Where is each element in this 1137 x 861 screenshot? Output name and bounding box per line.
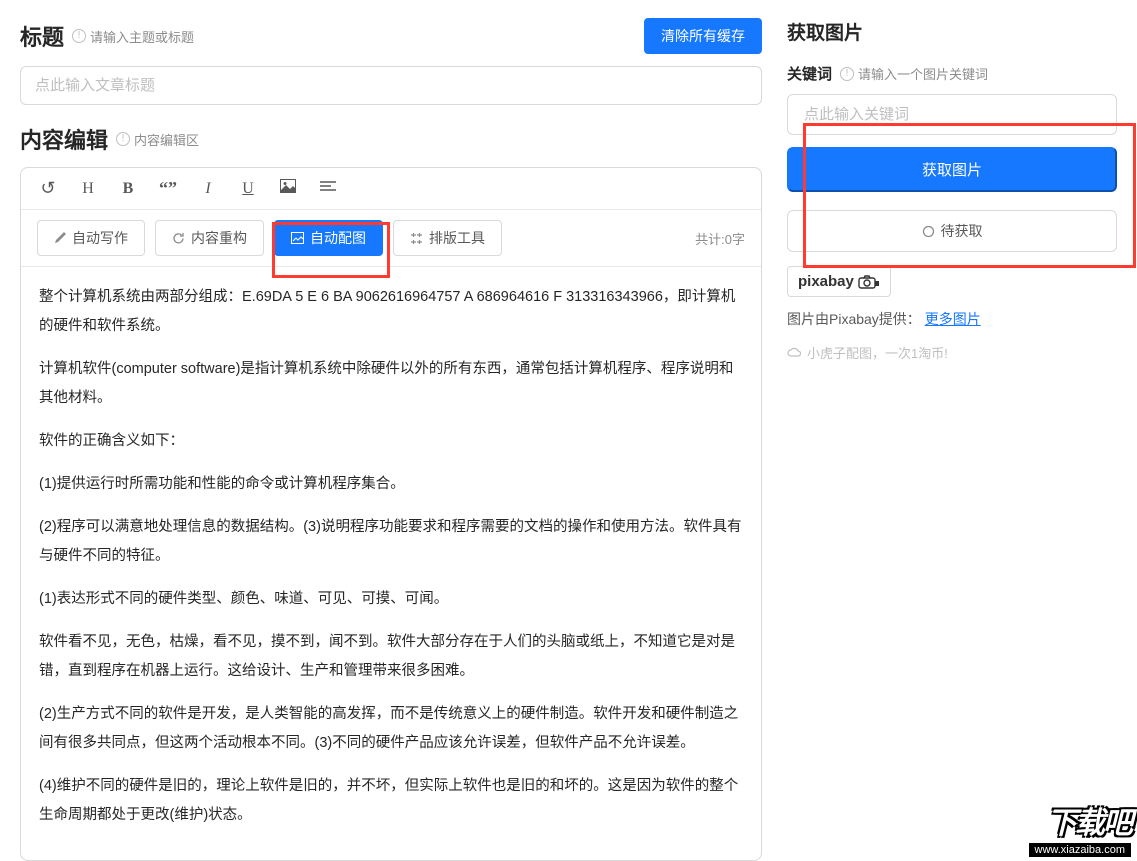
cloud-icon <box>787 346 801 360</box>
pixabay-badge: pixabay <box>787 266 891 297</box>
paragraph: 计算机软件(computer software)是指计算机系统中除硬件以外的所有… <box>39 355 743 413</box>
pixabay-prefix: 图片由Pixabay提供： <box>787 311 921 327</box>
info-icon: ! <box>72 29 86 43</box>
editor-toolbar: ↺ H B “” I U <box>21 168 761 210</box>
keyword-hint-text: 请输入一个图片关键词 <box>858 64 988 83</box>
content-label: 内容编辑 <box>20 123 108 155</box>
paragraph: (1)提供运行时所需功能和性能的命令或计算机程序集合。 <box>39 470 743 499</box>
paragraph: 整个计算机系统由两部分组成：E.69DA 5 E 6 BA 9062616964… <box>39 283 743 341</box>
word-count: 共计:0字 <box>695 229 745 248</box>
footer-hint-text: 小虎子配图，一次1淘币! <box>807 343 948 362</box>
content-hint: ! 内容编辑区 <box>116 130 199 149</box>
title-label-wrap: 标题 ! 请输入主题或标题 <box>20 20 194 52</box>
paragraph: 软件看不见，无色，枯燥，看不见，摸不到，闻不到。软件大部分存在于人们的头脑或纸上… <box>39 628 743 686</box>
watermark: 下载吧 www.xiazaiba.com <box>987 790 1137 860</box>
title-hint: ! 请输入主题或标题 <box>72 27 194 46</box>
content-rebuild-label: 内容重构 <box>191 228 247 248</box>
undo-icon[interactable]: ↺ <box>37 178 59 199</box>
main-panel: 标题 ! 请输入主题或标题 清除所有缓存 内容编辑 ! 内容编辑区 <box>0 0 782 860</box>
clear-cache-label: 清除所有缓存 <box>661 26 745 46</box>
keyword-hint: ! 请输入一个图片关键词 <box>840 64 988 83</box>
fetch-image-button[interactable]: 获取图片 <box>787 147 1117 192</box>
footer-hint: 小虎子配图，一次1淘币! <box>787 343 1117 362</box>
title-header: 标题 ! 请输入主题或标题 清除所有缓存 <box>20 18 762 54</box>
auto-write-button[interactable]: 自动写作 <box>37 220 145 256</box>
layout-tool-button[interactable]: 排版工具 <box>393 220 502 256</box>
fetch-image-title: 获取图片 <box>787 18 1117 45</box>
keyword-label: 关键词 <box>787 63 832 84</box>
pixabay-text: pixabay <box>798 273 854 290</box>
paragraph: (2)生产方式不同的软件是开发，是人类智能的高发挥，而不是传统意义上的硬件制造。… <box>39 700 743 758</box>
underline-icon[interactable]: U <box>237 180 259 198</box>
image-match-icon <box>291 232 304 244</box>
sidebar-panel: 获取图片 关键词 ! 请输入一个图片关键词 获取图片 待获取 pixabay 图… <box>782 0 1137 860</box>
auto-image-button[interactable]: 自动配图 <box>274 220 383 256</box>
info-icon: ! <box>116 132 130 146</box>
refresh-icon <box>172 232 185 245</box>
paragraph: (1)表达形式不同的硬件类型、颜色、味道、可见、可摸、可闻。 <box>39 585 743 614</box>
paragraph: (4)维护不同的硬件是旧的，理论上软件是旧的，并不坏，但实际上软件也是旧的和坏的… <box>39 772 743 830</box>
camera-icon <box>858 275 880 289</box>
editor-box: ↺ H B “” I U 自动写作 <box>20 167 762 861</box>
content-header: 内容编辑 ! 内容编辑区 <box>20 123 762 155</box>
quote-icon[interactable]: “” <box>157 178 179 199</box>
watermark-text: 下载吧 <box>1047 798 1131 842</box>
auto-image-label: 自动配图 <box>310 228 366 248</box>
content-label-wrap: 内容编辑 ! 内容编辑区 <box>20 123 199 155</box>
bold-icon[interactable]: B <box>117 180 139 198</box>
paragraph: (2)程序可以满意地处理信息的数据结构。(3)说明程序功能要求和程序需要的文档的… <box>39 513 743 571</box>
article-title-input[interactable] <box>20 66 762 105</box>
align-left-icon[interactable] <box>317 180 339 198</box>
auto-write-label: 自动写作 <box>72 228 128 248</box>
image-icon[interactable] <box>277 179 299 198</box>
layout-icon <box>410 232 423 245</box>
layout-tool-label: 排版工具 <box>429 228 485 248</box>
fetch-image-label: 获取图片 <box>922 162 982 179</box>
title-label: 标题 <box>20 20 64 52</box>
title-hint-text: 请输入主题或标题 <box>90 27 194 46</box>
heading-icon[interactable]: H <box>77 180 99 198</box>
clear-cache-button[interactable]: 清除所有缓存 <box>644 18 762 54</box>
editor-content[interactable]: 整个计算机系统由两部分组成：E.69DA 5 E 6 BA 9062616964… <box>21 267 761 860</box>
pencil-icon <box>54 232 66 244</box>
editor-actions: 自动写作 内容重构 自动配图 排版工具 共计:0字 <box>21 210 761 267</box>
content-rebuild-button[interactable]: 内容重构 <box>155 220 264 256</box>
keyword-label-wrap: 关键词 ! 请输入一个图片关键词 <box>787 63 1117 84</box>
circle-icon <box>922 225 935 238</box>
italic-icon[interactable]: I <box>197 180 219 198</box>
info-icon: ! <box>840 67 854 81</box>
watermark-url: www.xiazaiba.com <box>1029 843 1131 857</box>
pixabay-line: 图片由Pixabay提供： 更多图片 <box>787 309 1117 329</box>
content-hint-text: 内容编辑区 <box>134 130 199 149</box>
pending-button[interactable]: 待获取 <box>787 210 1117 252</box>
keyword-input[interactable] <box>787 94 1117 135</box>
paragraph: 软件的正确含义如下： <box>39 427 743 456</box>
more-images-link[interactable]: 更多图片 <box>925 311 981 327</box>
pending-label: 待获取 <box>941 221 983 241</box>
